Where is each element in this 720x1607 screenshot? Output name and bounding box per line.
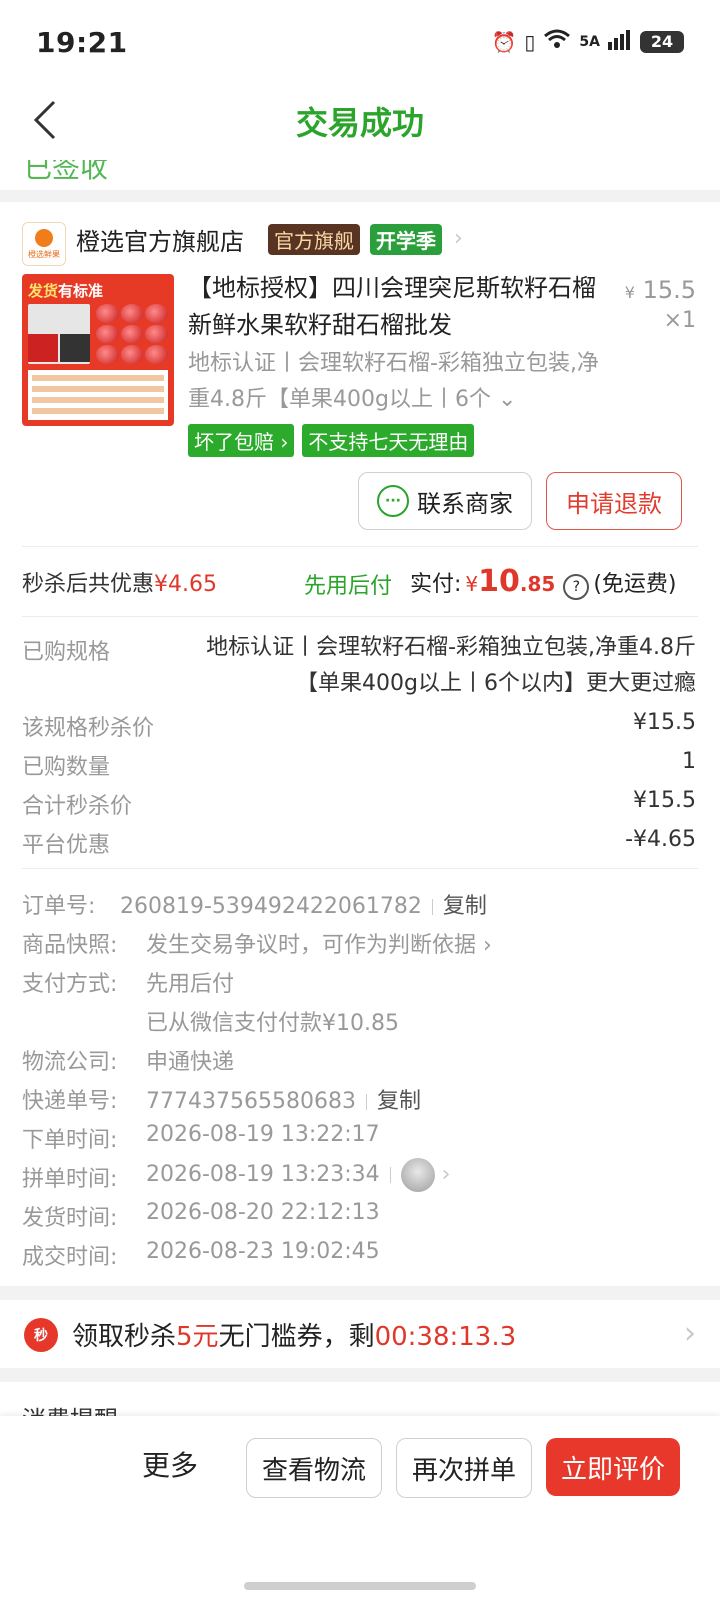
status-icons: ⏰ ▯ 5A 24 (491, 28, 684, 55)
product-image[interactable]: 发货有标准 (22, 274, 174, 426)
logistics-value: 申通快递 (146, 1050, 235, 1075)
vibrate-icon: ▯ (524, 29, 536, 54)
contact-seller-label: 联系商家 (417, 489, 513, 518)
quantity-label: 已购数量 (22, 755, 111, 780)
status-time: 19:21 (36, 26, 128, 59)
spec-value: 地标认证丨会理软籽石榴-彩箱独立包装,净重4.8斤【单果400g以上丨6个以内】… (206, 635, 696, 696)
service-tags: 坏了包赔 › 不支持七天无理由 (188, 424, 475, 457)
deal-time-label: 成交时间: (22, 1245, 118, 1270)
order-time-label: 下单时间: (22, 1128, 118, 1153)
home-indicator[interactable] (244, 1582, 476, 1590)
request-refund-button[interactable]: 申请退款 (546, 472, 682, 530)
chevron-down-icon[interactable]: ⌄ (498, 387, 516, 412)
section-gap (0, 1286, 720, 1300)
status-peek-text: 已签收 (24, 160, 109, 184)
page-title: 交易成功 (295, 104, 424, 142)
avatar[interactable] (400, 1158, 435, 1192)
battery-icon: 24 (640, 30, 684, 53)
store-logo-text: 橙选鲜果 (28, 249, 60, 259)
group-time-row[interactable]: 2026-08-19 13:23:34 › (146, 1158, 450, 1192)
ship-time-value: 2026-08-20 22:12:13 (146, 1200, 380, 1225)
damage-compensation-tag[interactable]: 坏了包赔 › (188, 424, 295, 457)
product-price: ¥ 15.5 (624, 276, 696, 304)
status-peek: 已签收 (0, 160, 720, 190)
chat-icon: ··· (377, 485, 409, 517)
store-logo[interactable]: 橙选鲜果 (22, 222, 66, 266)
signal-icon (608, 28, 632, 55)
order-time-value: 2026-08-19 13:22:17 (146, 1122, 380, 1147)
no-return-tag: 不支持七天无理由 (302, 424, 475, 457)
regroup-button[interactable]: 再次拼单 (396, 1438, 532, 1498)
season-badge: 开学季 (370, 224, 442, 255)
chevron-right-icon[interactable]: › (442, 1162, 451, 1187)
copy-order-button[interactable]: 复制 (443, 894, 487, 919)
paid-amount: 实付: ¥ 10 .85 ? (免运费) (410, 564, 677, 600)
group-time-value: 2026-08-19 13:23:34 (146, 1162, 380, 1187)
tracking-label: 快递单号: (22, 1089, 118, 1114)
coupon-banner[interactable]: 领取秒杀5元无门槛券，剩00:38:13.3 (72, 1316, 516, 1353)
payment-label: 支付方式: (22, 972, 118, 997)
store-name[interactable]: 橙选官方旗舰店 (76, 222, 244, 257)
payment-value: 先用后付 (146, 972, 235, 997)
section-gap (0, 1368, 720, 1382)
payment-note: 已从微信支付付款¥10.85 (146, 1011, 399, 1036)
chevron-right-icon[interactable]: › (454, 226, 463, 251)
platform-discount-label: 平台优惠 (22, 833, 111, 858)
group-time-label: 拼单时间: (22, 1167, 118, 1192)
discount-summary: 秒杀后共优惠¥4.65 (22, 572, 217, 597)
wifi-icon (543, 28, 571, 55)
total-price-label: 合计秒杀价 (22, 794, 133, 819)
snapshot-link[interactable]: 发生交易争议时，可作为判断依据 › (146, 927, 492, 959)
quantity-value: 1 (682, 749, 696, 774)
product-quantity: ×1 (663, 308, 696, 333)
total-price-value: ¥15.5 (633, 788, 696, 813)
network-label: 5A (579, 33, 600, 50)
divider (22, 616, 698, 617)
deal-time-value: 2026-08-23 19:02:45 (146, 1239, 380, 1264)
tracking-row: 777437565580683 复制 (146, 1083, 421, 1115)
product-title[interactable]: 【地标授权】四川会理突尼斯软籽石榴新鲜水果软籽甜石榴批发 (188, 270, 598, 344)
order-number-row: 260819-539492422061782 复制 (120, 888, 487, 920)
tracking-number: 777437565580683 (146, 1089, 356, 1114)
snapshot-label: 商品快照: (22, 933, 118, 958)
chevron-right-icon[interactable]: › (684, 1316, 696, 1351)
divider (22, 546, 698, 547)
contact-seller-button[interactable]: ··· 联系商家 (358, 472, 532, 530)
flash-price-value: ¥15.5 (633, 710, 696, 735)
divider (22, 868, 698, 869)
flash-price-label: 该规格秒杀价 (22, 716, 155, 741)
product-spec[interactable]: 地标认证丨会理软籽石榴-彩箱独立包装,净重4.8斤【单果400g以上丨6个 ⌄ (188, 346, 608, 418)
copy-tracking-button[interactable]: 复制 (377, 1089, 421, 1114)
more-button[interactable]: 更多 (142, 1444, 198, 1484)
section-gap (0, 190, 720, 202)
official-badge: 官方旗舰 (268, 224, 360, 255)
pay-later-label: 先用后付 (304, 574, 393, 599)
order-number-label: 订单号: (22, 894, 96, 919)
product-image-caption: 发货有标准 (28, 282, 104, 300)
ship-time-label: 发货时间: (22, 1206, 118, 1231)
spec-label: 已购规格 (22, 640, 111, 665)
flash-sale-icon: 秒 (24, 1318, 58, 1352)
alarm-icon: ⏰ (491, 29, 517, 54)
help-icon[interactable]: ? (563, 574, 590, 600)
logistics-label: 物流公司: (22, 1050, 118, 1075)
platform-discount-value: -¥4.65 (625, 827, 696, 852)
review-button[interactable]: 立即评价 (546, 1438, 680, 1496)
order-number: 260819-539492422061782 (120, 894, 422, 919)
view-logistics-button[interactable]: 查看物流 (246, 1438, 382, 1498)
orange-icon (35, 228, 53, 247)
